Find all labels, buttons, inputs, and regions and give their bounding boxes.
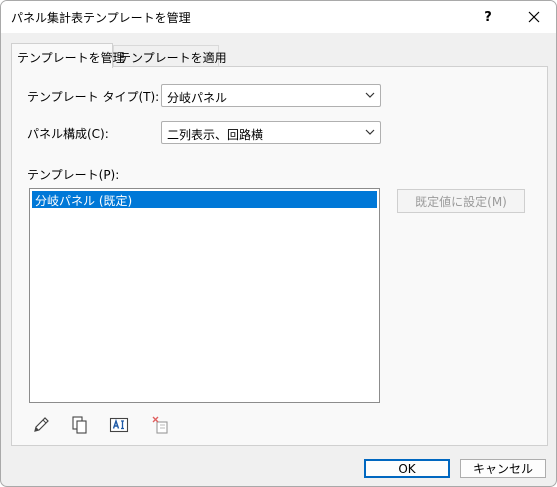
window-title: パネル集計表テンプレートを管理 <box>11 11 191 25</box>
close-icon <box>528 11 540 23</box>
tab-manage-templates-label: テンプレートを管理 <box>17 51 125 65</box>
set-default-label: 既定値に設定(M) <box>415 194 507 209</box>
templates-listbox[interactable]: 分岐パネル (既定) <box>29 188 380 403</box>
panel-config-dropdown[interactable]: 二列表示、回路横 <box>161 121 381 144</box>
cancel-button[interactable]: キャンセル <box>460 459 546 478</box>
tab-apply-templates-label: テンプレートを適用 <box>119 51 227 65</box>
tab-manage-templates[interactable]: テンプレートを管理 <box>11 43 125 68</box>
delete-icon[interactable] <box>151 415 171 435</box>
tab-apply-templates[interactable]: テンプレートを適用 <box>113 45 227 67</box>
close-button[interactable] <box>511 1 556 33</box>
dialog-window: パネル集計表テンプレートを管理 ? テンプレートを管理 テンプレートを適用 テン… <box>0 0 557 487</box>
ok-button[interactable]: OK <box>364 459 450 478</box>
template-type-label: テンプレート タイプ(T): <box>27 90 160 104</box>
tab-panel: テンプレート タイプ(T): 分岐パネル パネル構成(C): 二列表示、回路横 … <box>11 66 548 446</box>
templates-label: テンプレート(P): <box>27 168 120 182</box>
title-bar: パネル集計表テンプレートを管理 ? <box>1 1 556 33</box>
help-button[interactable]: ? <box>465 1 511 33</box>
panel-config-label: パネル構成(C): <box>27 127 109 141</box>
template-type-dropdown[interactable]: 分岐パネル <box>161 84 381 107</box>
rename-icon[interactable] <box>109 415 129 435</box>
duplicate-icon[interactable] <box>70 415 90 435</box>
cancel-label: キャンセル <box>472 462 533 476</box>
edit-pencil-icon[interactable] <box>31 415 51 435</box>
chevron-down-icon <box>365 129 375 135</box>
help-label: ? <box>484 9 492 25</box>
template-type-value: 分岐パネル <box>167 91 228 105</box>
ok-label: OK <box>398 461 416 476</box>
list-item[interactable]: 分岐パネル (既定) <box>32 191 377 208</box>
set-default-button[interactable]: 既定値に設定(M) <box>397 189 525 213</box>
panel-config-value: 二列表示、回路横 <box>167 128 264 142</box>
chevron-down-icon <box>365 92 375 98</box>
